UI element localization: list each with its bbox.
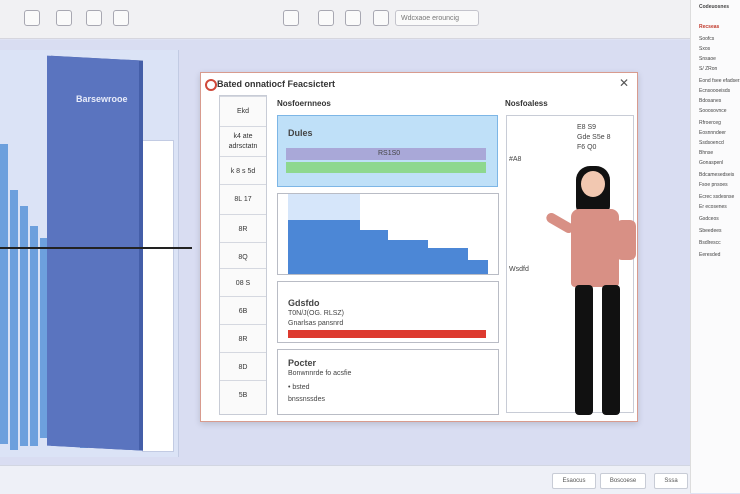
right-bottom-label: Wsdfd: [509, 266, 529, 273]
document-icon[interactable]: [24, 10, 40, 26]
user-icon[interactable]: [345, 10, 361, 26]
settings-icon[interactable]: [113, 10, 129, 26]
rail-item[interactable]: 08 S: [220, 268, 266, 299]
rail-item[interactable]: 8R: [220, 214, 266, 245]
sidebar-item[interactable]: Gonaspenl: [699, 160, 739, 168]
detail-card[interactable]: Gdsfdo T0N/J(OG. RLSZ) Gnarlsas pansnrd: [277, 281, 499, 343]
person-leg: [575, 285, 593, 415]
sidebar-item[interactable]: Snsaoe: [699, 56, 739, 64]
sidebar-item[interactable]: Eond fsee efadsers: [699, 78, 740, 86]
progress-bar: [286, 162, 486, 173]
right-label: #A8: [509, 156, 522, 163]
pin-icon[interactable]: [86, 10, 102, 26]
sidebar-item[interactable]: Recseas: [699, 24, 739, 32]
sidebar-item[interactable]: Sooosovnce: [699, 108, 739, 116]
summary-value: RS1S0: [378, 150, 401, 157]
sidebar-item[interactable]: Eosnnndeer: [699, 130, 739, 138]
right-section-header: Nosfoaless: [505, 99, 548, 108]
left-section-header: Nosfoernneos: [277, 99, 331, 108]
summary-card[interactable]: Dules RS1S0: [277, 115, 498, 187]
sidebar-item[interactable]: Bhnse: [699, 150, 739, 158]
person-arm: [616, 220, 636, 260]
sidebar-item[interactable]: Bdcamesedseis: [699, 172, 739, 180]
rail-item[interactable]: 8L 17: [220, 184, 266, 215]
item-rail: Ekd k4 ate adrsctatn k 8 s 5d 8L 17 8R 8…: [219, 95, 267, 415]
rail-item[interactable]: Ekd: [220, 96, 266, 127]
chart-highlight: [288, 194, 360, 220]
status-button-3[interactable]: Sssa: [654, 473, 688, 489]
sidebar-item[interactable]: S/ ZRon: [699, 66, 739, 74]
close-button[interactable]: ✕: [619, 76, 629, 90]
progress-bar-red: [288, 330, 486, 338]
sidebar-item[interactable]: Soofcs: [699, 36, 739, 44]
sidebar-item[interactable]: Bsdlrescc: [699, 240, 739, 248]
sidebar-item[interactable]: Sbeedees: [699, 228, 739, 236]
dialog-title: Bated onnatiocf Feacsictert: [217, 79, 336, 89]
poster-line2: • bsted: [288, 384, 310, 391]
sidebar-item[interactable]: Ecrec ssdesnse: [699, 194, 739, 202]
chart-bar: [20, 206, 28, 446]
right-value: Gde S5e 8: [577, 134, 611, 141]
poster-line3: bnssnssdes: [288, 396, 325, 403]
summary-card-title: Dules: [288, 128, 313, 138]
book-cover: [47, 55, 139, 451]
sidebar-item[interactable]: Gsdceos: [699, 216, 739, 224]
divider-line: [0, 247, 192, 249]
chart-bar: [30, 226, 38, 446]
area-chart-card[interactable]: [277, 193, 499, 275]
toolbar-search-field[interactable]: Wdcxaoe erouncig: [395, 10, 479, 26]
square-icon[interactable]: [318, 10, 334, 26]
rail-item[interactable]: 6B: [220, 296, 266, 327]
properties-sidebar: Codeuosnes Recseas Soofcs Sxos Snsaoe S/…: [690, 0, 740, 493]
detail-text: T0N/J(OG. RLSZ): [288, 310, 345, 317]
rail-item[interactable]: 8D: [220, 352, 266, 383]
panel-scrollbar[interactable]: [142, 140, 174, 452]
sidebar-item[interactable]: Bdosanes: [699, 98, 739, 106]
sidebar-title: Codeuosnes: [699, 4, 730, 10]
detail-subtext: Gnarlsas pansnrd: [288, 320, 344, 327]
person-head: [581, 171, 605, 197]
detail-card-title: Gdsfdo: [288, 298, 320, 308]
bell-icon[interactable]: [373, 10, 389, 26]
sidebar-item[interactable]: Ecnsoooeisds: [699, 88, 739, 96]
area-chart: [288, 194, 488, 274]
filter-icon[interactable]: [56, 10, 72, 26]
chart-bar: [0, 144, 8, 444]
chart-area: [288, 220, 488, 274]
poster-card[interactable]: Pocter Bonwnnrde fo acsfie • bsted bnssn…: [277, 349, 499, 415]
sidebar-item[interactable]: Er ecosenes: [699, 204, 739, 212]
book-title: Barsewrooe: [76, 94, 128, 104]
sidebar-item[interactable]: Eeresded: [699, 252, 739, 260]
grid-icon[interactable]: [283, 10, 299, 26]
rail-item[interactable]: 8R: [220, 324, 266, 355]
status-button-2[interactable]: Boscoese: [600, 473, 646, 489]
top-toolbar: Wdcxaoe erouncig: [0, 0, 690, 39]
sidebar-item[interactable]: Ssdsoencd: [699, 140, 739, 148]
poster-line1: Bonwnnrde fo acsfie: [288, 370, 352, 377]
right-value: E8 S9: [577, 124, 597, 131]
status-button-1[interactable]: Esaocus: [552, 473, 596, 489]
app-logo-icon: [205, 79, 217, 91]
chart-bar: [10, 190, 18, 450]
sidebar-item[interactable]: Fsoe pnsoes: [699, 182, 739, 190]
rail-item[interactable]: 5B: [220, 380, 266, 411]
right-value: F6 Q0: [577, 144, 597, 151]
sidebar-item[interactable]: Rfroerceg: [699, 120, 739, 128]
rail-item[interactable]: k4 ate adrsctatn: [220, 126, 266, 156]
poster-title: Pocter: [288, 358, 317, 368]
rail-item[interactable]: k 8 s 5d: [220, 156, 266, 187]
person-leg: [602, 285, 620, 415]
person-torso: [571, 209, 619, 287]
sidebar-item[interactable]: Sxos: [699, 46, 739, 54]
status-bar: Esaocus Boscoese Sssa: [0, 465, 690, 494]
